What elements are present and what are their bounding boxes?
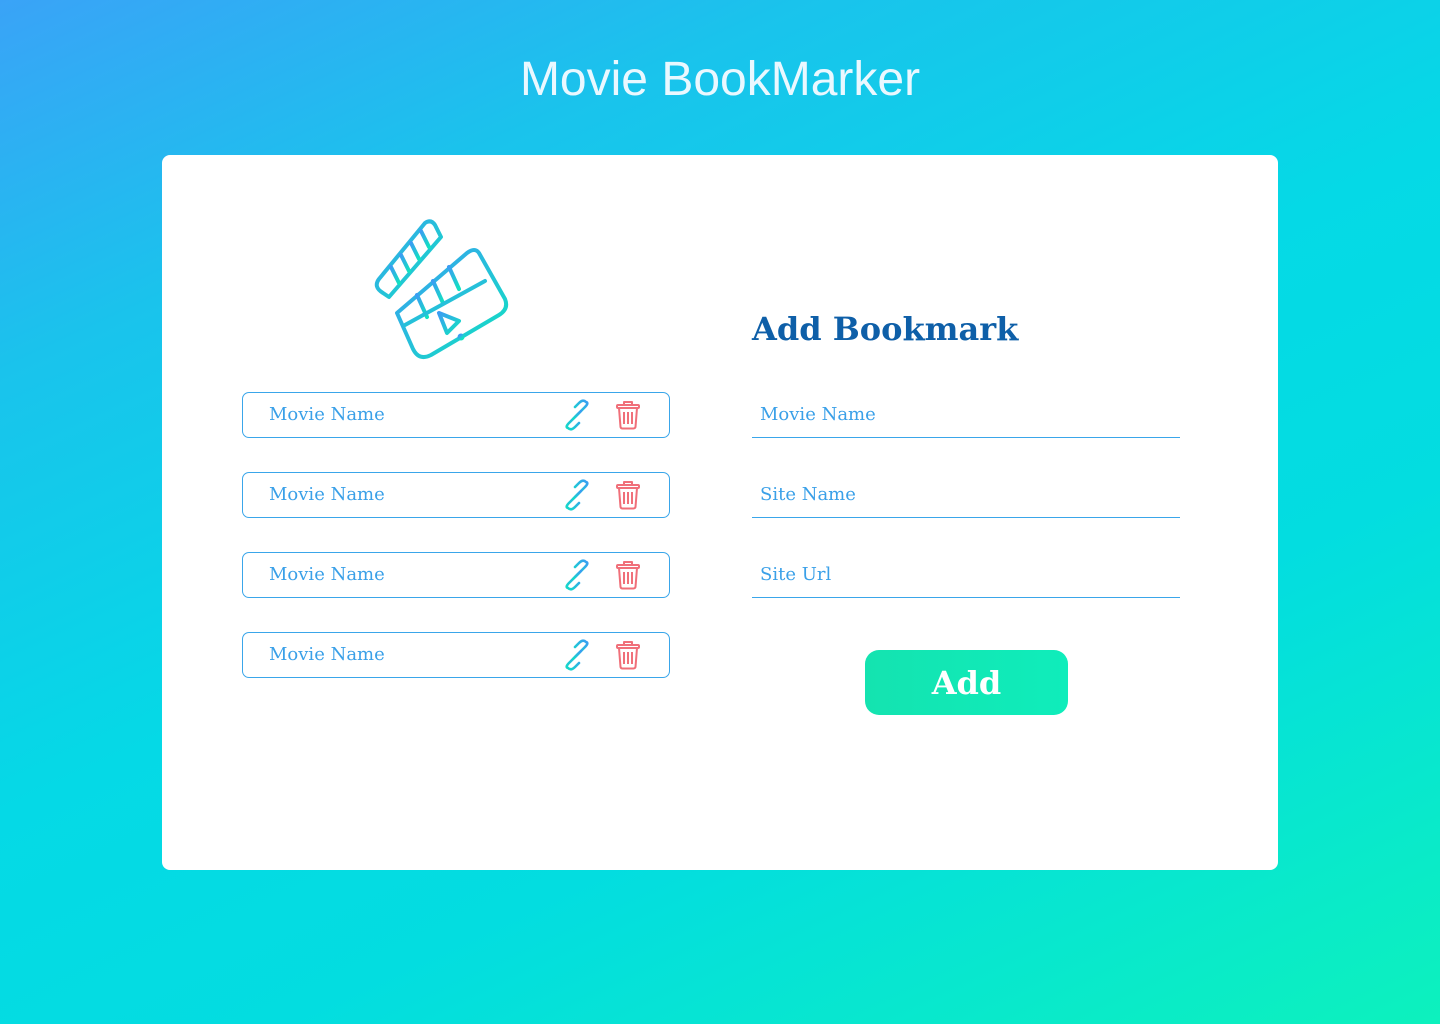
bookmark-item: Movie Name [242,632,670,678]
site-url-input[interactable] [752,552,1180,598]
bookmark-list: Movie Name Movie Name Movie Name Movie N… [242,392,670,712]
link-icon[interactable] [561,559,593,591]
bookmark-card: Movie Name Movie Name Movie Name Movie N… [162,155,1278,870]
movie-name-input[interactable] [752,392,1180,438]
bookmark-name: Movie Name [269,644,385,665]
app-title: Movie BookMarker [519,53,921,106]
link-icon[interactable] [561,399,593,431]
trash-icon[interactable] [613,480,643,510]
trash-icon[interactable] [613,400,643,430]
link-icon[interactable] [561,479,593,511]
bookmark-name: Movie Name [269,484,385,505]
bookmark-name: Movie Name [269,404,385,425]
clapperboard-icon [374,219,509,359]
trash-icon[interactable] [613,560,643,590]
site-name-input[interactable] [752,472,1180,518]
bookmark-item: Movie Name [242,472,670,518]
bookmark-item: Movie Name [242,392,670,438]
link-icon[interactable] [561,639,593,671]
form-title: Add Bookmark [752,310,1019,348]
bookmark-item: Movie Name [242,552,670,598]
bookmark-name: Movie Name [269,564,385,585]
trash-icon[interactable] [613,640,643,670]
add-button[interactable]: Add [865,650,1068,715]
